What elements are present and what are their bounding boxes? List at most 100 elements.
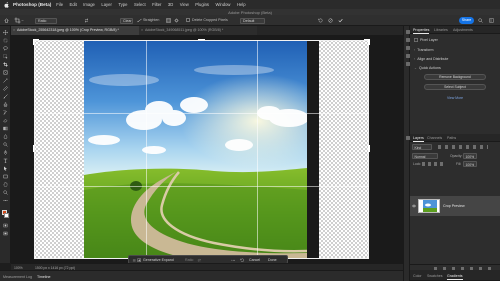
paragraph-panel-icon[interactable] [405, 54, 410, 58]
reset-icon[interactable] [240, 258, 245, 263]
layer-kind-filter[interactable]: Kind [412, 144, 432, 150]
path-selection-tool-icon[interactable] [3, 166, 8, 171]
clone-stamp-tool-icon[interactable] [3, 102, 8, 107]
object-selection-tool-icon[interactable] [3, 54, 8, 59]
eraser-tool-icon[interactable] [3, 118, 8, 123]
tab-gradients[interactable]: Gradients [447, 274, 463, 280]
document-info[interactable]: 1500 px x 1416 px (72 ppi) [35, 266, 75, 270]
info-panel-icon[interactable] [405, 136, 410, 140]
layer-name[interactable]: Crop Preview [443, 204, 465, 208]
menu-3d[interactable]: 3D [168, 2, 173, 7]
gear-icon[interactable] [174, 18, 179, 23]
healing-brush-tool-icon[interactable] [3, 86, 8, 91]
tab-document-1[interactable]: × AdobeStock_255642318.jpeg @ 100% (Crop… [11, 26, 139, 35]
artboard-tool-icon[interactable] [3, 38, 8, 43]
tab-channels[interactable]: Channels [427, 136, 442, 140]
menu-select[interactable]: Select [134, 2, 146, 7]
more-options-icon[interactable] [231, 258, 236, 263]
layer-filter-icons[interactable] [438, 145, 488, 149]
reset-icon[interactable] [318, 18, 323, 23]
crop-handle-top-right[interactable] [368, 38, 370, 45]
crop-handle-top[interactable] [198, 38, 205, 40]
tab-adjustments[interactable]: Adjustments [453, 28, 473, 32]
done-button[interactable]: Done [268, 258, 277, 262]
brush-settings-icon[interactable] [405, 38, 410, 42]
gradient-tool-icon[interactable] [3, 126, 8, 131]
view-more-link[interactable]: View More [410, 96, 500, 100]
clear-button[interactable]: Clear [120, 17, 133, 24]
history-panel-icon[interactable] [405, 30, 410, 34]
tab-measurement-log[interactable]: Measurement Log [3, 275, 32, 279]
fill-select[interactable]: Default [240, 17, 265, 24]
tab-color[interactable]: Color [413, 274, 422, 278]
swap-icon[interactable] [84, 18, 89, 23]
menu-layer[interactable]: Layer [101, 2, 111, 7]
ratio-select[interactable]: Ratio [35, 17, 57, 24]
menu-image[interactable]: Image [83, 2, 95, 7]
close-tab-icon[interactable]: × [13, 26, 15, 35]
straighten-label[interactable]: Straighten [143, 18, 159, 22]
menu-filter[interactable]: Filter [152, 2, 161, 7]
brush-tool-icon[interactable] [3, 94, 8, 99]
section-align-distribute[interactable]: › Align and Distribute [414, 57, 448, 61]
generative-expand-button[interactable]: Generative Expand [143, 258, 174, 262]
lock-icons[interactable] [422, 162, 446, 166]
tab-paths[interactable]: Paths [447, 136, 456, 140]
frame-tool-icon[interactable] [3, 70, 8, 75]
menu-type[interactable]: Type [118, 2, 127, 7]
zoom-level[interactable]: 100% [14, 266, 23, 270]
fill-input[interactable]: 100% [463, 161, 477, 167]
cancel-button[interactable]: Cancel [249, 258, 260, 262]
crop-handle-top-left[interactable] [32, 38, 34, 45]
character-panel-icon[interactable] [405, 46, 410, 50]
crop-icon[interactable] [14, 17, 24, 24]
tab-layers[interactable]: Layers [413, 136, 424, 142]
more-tools-icon[interactable] [3, 198, 8, 203]
background-color-swatch[interactable] [4, 213, 9, 218]
eyedropper-tool-icon[interactable] [3, 78, 8, 83]
opacity-input[interactable]: 100% [463, 153, 477, 159]
crop-handle-right[interactable] [368, 145, 370, 152]
glyphs-panel-icon[interactable] [405, 62, 410, 66]
ratio-label[interactable]: Ratio [185, 258, 193, 262]
workspace-icon[interactable] [489, 18, 494, 23]
tab-document-2[interactable]: × AdobeStock_349068511.jpeg @ 100% (RGB/… [139, 26, 257, 35]
lasso-tool-icon[interactable] [3, 46, 8, 51]
drag-handle-icon[interactable] [132, 258, 137, 263]
close-tab-icon[interactable]: × [141, 26, 143, 35]
pen-tool-icon[interactable] [3, 150, 8, 155]
select-subject-button[interactable]: Select Subject [424, 84, 486, 90]
zoom-tool-icon[interactable] [3, 190, 8, 195]
crop-frame[interactable] [34, 40, 369, 259]
crop-tool-icon[interactable] [3, 62, 8, 67]
canvas-area[interactable]: Generative Expand Ratio Cancel Done [11, 35, 403, 263]
section-transform[interactable]: › Transform [414, 48, 433, 52]
tab-timeline[interactable]: Timeline [37, 275, 50, 279]
blend-mode-select[interactable]: Normal [412, 153, 438, 159]
commit-check-icon[interactable] [338, 18, 343, 23]
home-icon[interactable] [4, 18, 9, 23]
history-brush-tool-icon[interactable] [3, 110, 8, 115]
tab-swatches[interactable]: Swatches [427, 274, 443, 278]
menu-view[interactable]: View [180, 2, 189, 7]
menu-plugins[interactable]: Plugins [195, 2, 209, 7]
menu-edit[interactable]: Edit [70, 2, 77, 7]
app-name[interactable]: Photoshop (Beta) [13, 2, 51, 7]
blur-tool-icon[interactable] [3, 134, 8, 139]
hand-tool-icon[interactable] [3, 182, 8, 187]
remove-background-button[interactable]: Remove Background [424, 74, 486, 80]
menu-file[interactable]: File [56, 2, 63, 7]
menu-window[interactable]: Window [216, 2, 231, 7]
section-quick-actions[interactable]: ⌄ Quick Actions [414, 66, 441, 70]
delete-cropped-checkbox[interactable] [186, 18, 190, 23]
straighten-icon[interactable] [137, 18, 142, 23]
layer-row-crop-preview[interactable]: Crop Preview [410, 196, 500, 216]
eye-icon[interactable] [412, 204, 416, 208]
dodge-tool-icon[interactable] [3, 142, 8, 147]
tab-libraries[interactable]: Libraries [434, 28, 448, 32]
screen-mode-icon[interactable] [3, 231, 8, 236]
move-tool-icon[interactable] [3, 30, 8, 35]
tab-properties[interactable]: Properties [413, 28, 430, 34]
share-button[interactable]: Share [459, 17, 474, 24]
rectangle-tool-icon[interactable] [3, 174, 8, 179]
